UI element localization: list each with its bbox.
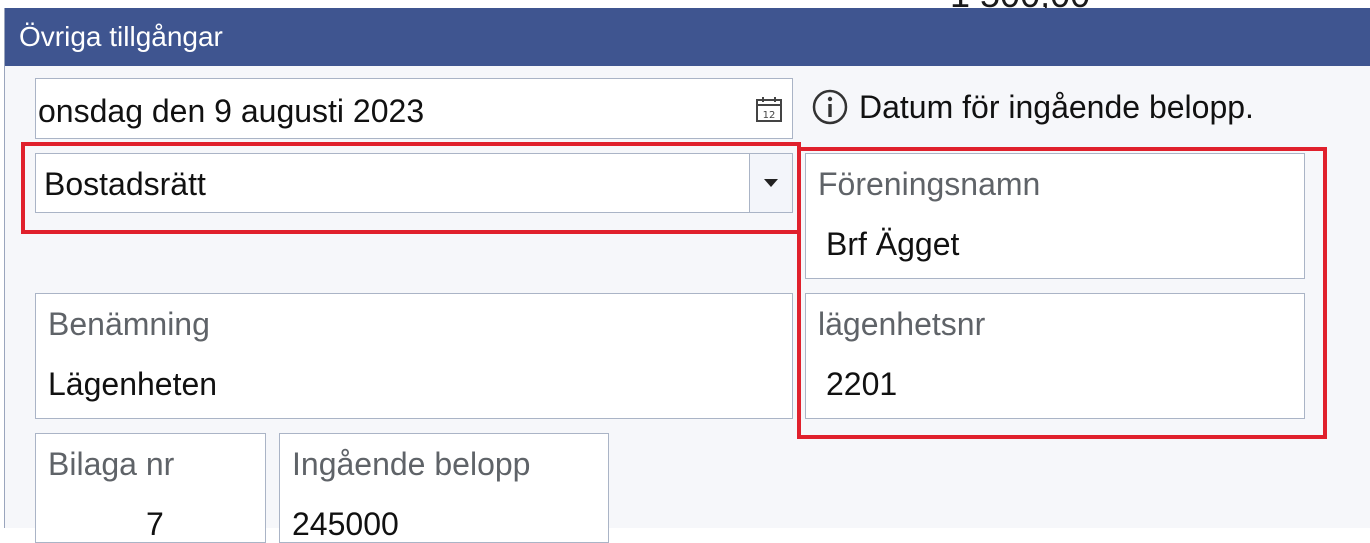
info-icon [812, 89, 848, 125]
dialog-window: Övriga tillgångar onsdag den 9 augusti 2… [4, 8, 1370, 543]
info-hint: Datum för ingående belopp. [811, 88, 1254, 126]
benamning-field[interactable]: Benämning Lägenheten [35, 293, 793, 419]
benamning-value: Lägenheten [48, 366, 218, 402]
highlight-box-details [797, 147, 1327, 439]
calendar-day: 12 [763, 110, 776, 121]
date-picker[interactable]: onsdag den 9 augusti 2023 12 [35, 78, 793, 139]
ingaende-belopp-field[interactable]: Ingående belopp 245000 [279, 433, 609, 543]
bilaga-nr-label: Bilaga nr [48, 446, 175, 482]
ingaende-belopp-value: 245000 [292, 506, 399, 542]
date-value: onsdag den 9 augusti 2023 [38, 93, 425, 129]
highlight-box-type [21, 142, 801, 234]
ingaende-belopp-label: Ingående belopp [292, 446, 531, 482]
bilaga-nr-field[interactable]: Bilaga nr 7 [35, 433, 266, 543]
benamning-label: Benämning [48, 306, 210, 342]
dialog-titlebar[interactable]: Övriga tillgångar [5, 8, 1370, 66]
bilaga-nr-value: 7 [146, 506, 164, 542]
dialog-title: Övriga tillgångar [19, 21, 223, 52]
info-text: Datum för ingående belopp. [859, 88, 1254, 125]
calendar-icon[interactable]: 12 [754, 94, 784, 124]
